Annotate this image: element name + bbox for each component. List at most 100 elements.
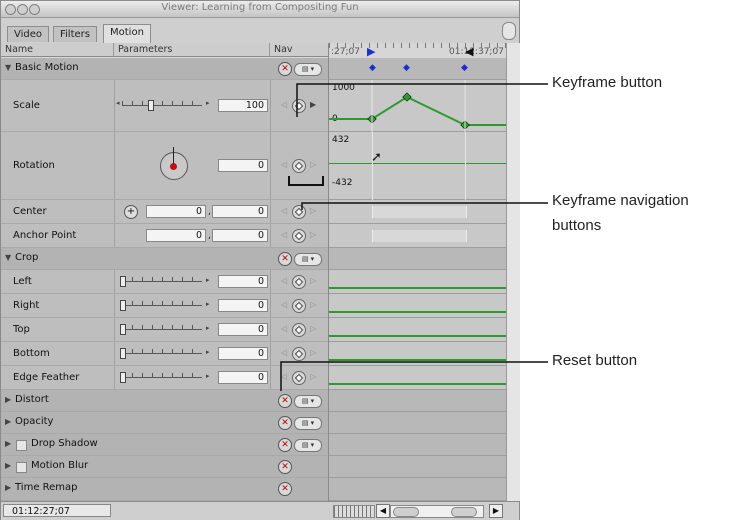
crop-right-value-field[interactable]: 0 xyxy=(218,299,268,312)
crop-edge-value-field[interactable]: 0 xyxy=(218,371,268,384)
next-keyframe-button[interactable]: ▷ xyxy=(310,348,316,357)
disclosure-triangle-icon[interactable]: ▶ xyxy=(5,395,11,404)
previous-keyframe-button[interactable]: ◁ xyxy=(281,206,287,215)
reset-button[interactable]: ✕ xyxy=(278,438,292,452)
slider-right-arrow-icon[interactable]: ▸ xyxy=(206,372,210,380)
value-line[interactable] xyxy=(329,383,507,385)
keyframe-button[interactable] xyxy=(292,99,306,113)
options-menu-button[interactable]: ▤ ▾ xyxy=(294,63,322,76)
crop-right-slider[interactable] xyxy=(122,305,202,306)
value-line[interactable] xyxy=(329,335,507,337)
reset-button[interactable]: ✕ xyxy=(278,394,292,408)
group-motion-blur[interactable]: ▶ Motion Blur ✕ xyxy=(1,456,328,478)
value-line[interactable] xyxy=(329,359,507,361)
previous-keyframe-button[interactable]: ◁ xyxy=(281,160,287,169)
reset-button[interactable]: ✕ xyxy=(278,482,292,496)
slider-thumb[interactable] xyxy=(120,324,126,335)
group-distort[interactable]: ▶ Distort ✕ ▤ ▾ xyxy=(1,390,328,412)
keyframe-button[interactable] xyxy=(292,275,306,289)
anchor-x-field[interactable]: 0 xyxy=(146,229,206,242)
previous-keyframe-button[interactable]: ◁ xyxy=(281,372,287,381)
previous-keyframe-button[interactable]: ◁ xyxy=(281,276,287,285)
options-menu-button[interactable]: ▤ ▾ xyxy=(294,253,322,266)
slider-right-arrow-icon[interactable]: ▸ xyxy=(206,300,210,308)
previous-keyframe-button[interactable]: ◁ xyxy=(281,100,287,109)
zoom-slider[interactable] xyxy=(333,505,375,518)
horizontal-scrollbar[interactable] xyxy=(390,505,484,518)
crosshair-point-button[interactable]: + xyxy=(124,205,138,219)
disclosure-triangle-icon[interactable]: ▶ xyxy=(5,439,11,448)
title-bar[interactable]: Viewer: Learning from Compositing Fun xyxy=(1,1,519,18)
crop-top-slider[interactable] xyxy=(122,329,202,330)
slider-right-arrow-icon[interactable]: ▸ xyxy=(206,276,210,284)
keyframe-button[interactable] xyxy=(292,205,306,219)
crop-top-value-field[interactable]: 0 xyxy=(218,323,268,336)
scroll-right-arrow-icon[interactable]: ▶ xyxy=(489,504,503,518)
enable-checkbox[interactable] xyxy=(16,440,27,451)
rotation-value-field[interactable]: 0 xyxy=(218,159,268,172)
scale-curve[interactable] xyxy=(329,80,507,132)
next-keyframe-button[interactable]: ▷ xyxy=(310,160,316,169)
slider-right-arrow-icon[interactable]: ▸ xyxy=(206,348,210,356)
keyframe-marker-icon[interactable]: ◆ xyxy=(461,63,468,73)
scale-slider[interactable] xyxy=(122,105,202,106)
timeline-ruler[interactable]: :27;07 01:12:37;07 ▶ ◀ xyxy=(329,43,507,59)
center-y-field[interactable]: 0 xyxy=(212,205,268,218)
crop-edge-slider[interactable] xyxy=(122,377,202,378)
tab-motion[interactable]: Motion xyxy=(103,24,151,43)
disclosure-triangle-icon[interactable]: ▶ xyxy=(5,417,11,426)
slider-thumb[interactable] xyxy=(120,276,126,287)
next-keyframe-button[interactable]: ▷ xyxy=(310,230,316,239)
crop-left-value-field[interactable]: 0 xyxy=(218,275,268,288)
scale-value-field[interactable]: 100 xyxy=(218,99,268,112)
reset-button[interactable]: ✕ xyxy=(278,252,292,266)
tab-bar-end-button[interactable] xyxy=(502,22,516,40)
keyframe-button[interactable] xyxy=(292,323,306,337)
playhead-icon[interactable]: ◀ xyxy=(465,45,473,58)
slider-right-arrow-icon[interactable]: ▸ xyxy=(206,99,210,107)
slider-thumb[interactable] xyxy=(120,348,126,359)
slider-left-arrow-icon[interactable]: ◂ xyxy=(116,99,120,107)
reset-button[interactable]: ✕ xyxy=(278,62,292,76)
crop-bottom-slider[interactable] xyxy=(122,353,202,354)
keyframe-marker-icon[interactable]: ◆ xyxy=(403,63,410,73)
tab-video[interactable]: Video xyxy=(7,26,50,42)
reset-button[interactable]: ✕ xyxy=(278,416,292,430)
slider-thumb[interactable] xyxy=(120,372,126,383)
options-menu-button[interactable]: ▤ ▾ xyxy=(294,439,322,452)
tab-filters[interactable]: Filters xyxy=(53,26,97,42)
slider-thumb[interactable] xyxy=(148,100,154,111)
group-drop-shadow[interactable]: ▶ Drop Shadow ✕ ▤ ▾ xyxy=(1,434,328,456)
next-keyframe-button[interactable]: ▷ xyxy=(310,324,316,333)
disclosure-triangle-icon[interactable]: ▶ xyxy=(5,483,11,492)
scroll-thumb[interactable] xyxy=(451,507,477,517)
slider-right-arrow-icon[interactable]: ▸ xyxy=(206,324,210,332)
next-keyframe-button[interactable]: ▷ xyxy=(310,206,316,215)
reset-button[interactable]: ✕ xyxy=(278,460,292,474)
keyframe-marker-icon[interactable]: ◆ xyxy=(369,63,376,73)
scroll-left-arrow-icon[interactable]: ◀ xyxy=(376,504,390,518)
keyframe-button[interactable] xyxy=(292,371,306,385)
keyframe-button[interactable] xyxy=(292,229,306,243)
in-point-marker-icon[interactable]: ▶ xyxy=(367,45,375,58)
keyframe-button[interactable] xyxy=(292,347,306,361)
disclosure-triangle-icon[interactable]: ▶ xyxy=(5,461,11,470)
previous-keyframe-button[interactable]: ◁ xyxy=(281,230,287,239)
group-basic-motion[interactable]: ▼ Basic Motion ✕ ▤ ▾ xyxy=(1,58,328,80)
crop-bottom-value-field[interactable]: 0 xyxy=(218,347,268,360)
next-keyframe-button[interactable]: ▷ xyxy=(310,372,316,381)
value-line[interactable] xyxy=(329,287,507,289)
scroll-thumb[interactable] xyxy=(393,507,419,517)
previous-keyframe-button[interactable]: ◁ xyxy=(281,300,287,309)
keyframe-button[interactable] xyxy=(292,299,306,313)
anchor-y-field[interactable]: 0 xyxy=(212,229,268,242)
previous-keyframe-button[interactable]: ◁ xyxy=(281,324,287,333)
enable-checkbox[interactable] xyxy=(16,462,27,473)
group-opacity[interactable]: ▶ Opacity ✕ ▤ ▾ xyxy=(1,412,328,434)
value-line[interactable] xyxy=(329,311,507,313)
previous-keyframe-button[interactable]: ◁ xyxy=(281,348,287,357)
center-x-field[interactable]: 0 xyxy=(146,205,206,218)
slider-thumb[interactable] xyxy=(120,300,126,311)
next-keyframe-button[interactable]: ▷ xyxy=(310,300,316,309)
group-time-remap[interactable]: ▶ Time Remap ✕ xyxy=(1,478,328,501)
